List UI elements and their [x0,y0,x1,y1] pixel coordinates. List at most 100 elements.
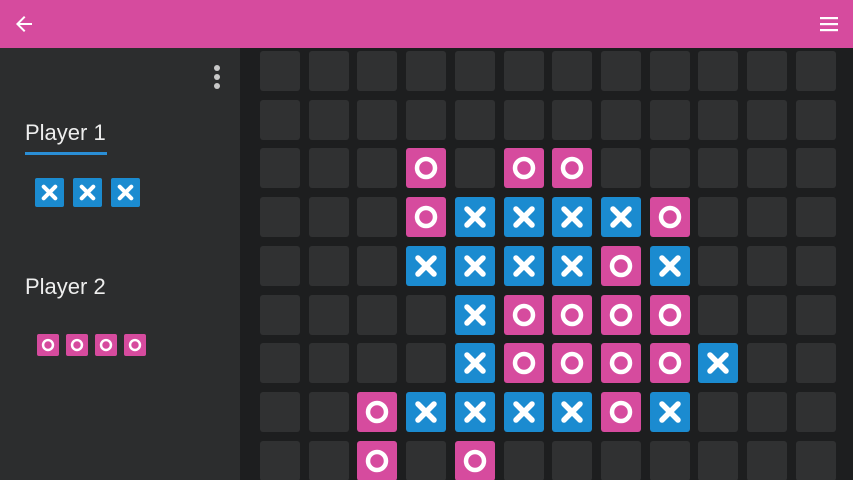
board-cell-empty[interactable] [649,148,690,189]
board-cell-empty[interactable] [260,99,300,140]
board-cell-empty[interactable] [406,99,447,140]
board-cell-empty[interactable] [357,343,398,384]
board-cell-x[interactable] [503,197,544,238]
board-cell-empty[interactable] [698,391,739,432]
board-cell-empty[interactable] [698,99,739,140]
board-cell-empty[interactable] [600,51,641,91]
board-cell-empty[interactable] [747,148,787,189]
board-cell-empty[interactable] [260,51,300,91]
board-cell-o[interactable] [552,294,593,335]
board-cell-x[interactable] [406,391,447,432]
board-cell-empty[interactable] [600,99,641,140]
board-cell-empty[interactable] [649,440,690,480]
board-cell-x[interactable] [454,294,495,335]
board-cell-x[interactable] [454,343,495,384]
board-cell-empty[interactable] [698,51,739,91]
board-cell-empty[interactable] [406,294,447,335]
board-cell-x[interactable] [454,245,495,286]
board-cell-empty[interactable] [795,197,836,238]
board-cell-o[interactable] [503,343,544,384]
menu-button[interactable] [815,10,843,38]
board-cell-empty[interactable] [795,99,836,140]
board-cell-empty[interactable] [260,343,300,384]
board-cell-empty[interactable] [747,440,787,480]
board-cell-empty[interactable] [357,197,398,238]
board-cell-empty[interactable] [503,99,544,140]
board-cell-empty[interactable] [308,245,349,286]
board-cell-x[interactable] [600,197,641,238]
board-cell-empty[interactable] [698,197,739,238]
board-cell-x[interactable] [552,245,593,286]
board-cell-empty[interactable] [698,148,739,189]
board-cell-empty[interactable] [698,294,739,335]
board-cell-o[interactable] [406,197,447,238]
board-cell-empty[interactable] [357,51,398,91]
board-cell-empty[interactable] [747,391,787,432]
board-cell-empty[interactable] [308,197,349,238]
board-cell-empty[interactable] [308,440,349,480]
board-cell-o[interactable] [600,391,641,432]
board-cell-empty[interactable] [795,245,836,286]
board-cell-empty[interactable] [795,51,836,91]
board-cell-empty[interactable] [260,245,300,286]
game-board[interactable] [240,48,853,480]
board-cell-o[interactable] [454,440,495,480]
board-cell-o[interactable] [649,343,690,384]
board-cell-empty[interactable] [747,99,787,140]
board-cell-empty[interactable] [795,391,836,432]
board-cell-o[interactable] [600,245,641,286]
board-cell-empty[interactable] [260,391,300,432]
board-cell-empty[interactable] [649,99,690,140]
board-cell-empty[interactable] [552,51,593,91]
board-cell-empty[interactable] [698,440,739,480]
board-cell-empty[interactable] [308,294,349,335]
board-cell-empty[interactable] [406,343,447,384]
board-cell-empty[interactable] [795,343,836,384]
overflow-menu-button[interactable] [205,62,229,92]
board-cell-o[interactable] [649,294,690,335]
board-cell-x[interactable] [454,391,495,432]
board-cell-x[interactable] [649,391,690,432]
board-cell-empty[interactable] [552,440,593,480]
board-cell-empty[interactable] [795,148,836,189]
board-cell-empty[interactable] [357,294,398,335]
board-cell-empty[interactable] [454,99,495,140]
board-cell-x[interactable] [503,391,544,432]
board-cell-empty[interactable] [308,391,349,432]
board-cell-o[interactable] [600,343,641,384]
board-cell-empty[interactable] [600,440,641,480]
board-cell-o[interactable] [649,197,690,238]
board-cell-empty[interactable] [308,343,349,384]
board-cell-empty[interactable] [600,148,641,189]
board-cell-empty[interactable] [308,99,349,140]
board-cell-empty[interactable] [649,51,690,91]
board-cell-x[interactable] [503,245,544,286]
back-button[interactable] [10,10,38,38]
board-cell-empty[interactable] [795,294,836,335]
board-cell-empty[interactable] [698,245,739,286]
board-cell-o[interactable] [552,148,593,189]
board-cell-o[interactable] [357,391,398,432]
board-cell-empty[interactable] [454,51,495,91]
board-cell-x[interactable] [454,197,495,238]
board-cell-empty[interactable] [260,294,300,335]
board-cell-o[interactable] [552,343,593,384]
board-cell-o[interactable] [503,294,544,335]
board-cell-x[interactable] [552,391,593,432]
board-cell-empty[interactable] [260,197,300,238]
board-cell-x[interactable] [552,197,593,238]
board-cell-empty[interactable] [357,148,398,189]
board-cell-empty[interactable] [260,440,300,480]
board-cell-empty[interactable] [747,294,787,335]
board-cell-o[interactable] [357,440,398,480]
board-cell-empty[interactable] [406,440,447,480]
board-cell-empty[interactable] [260,148,300,189]
board-cell-empty[interactable] [357,99,398,140]
board-cell-empty[interactable] [308,51,349,91]
board-cell-o[interactable] [406,148,447,189]
board-cell-o[interactable] [600,294,641,335]
board-cell-empty[interactable] [503,440,544,480]
board-cell-empty[interactable] [747,343,787,384]
board-cell-empty[interactable] [747,245,787,286]
board-cell-empty[interactable] [747,51,787,91]
